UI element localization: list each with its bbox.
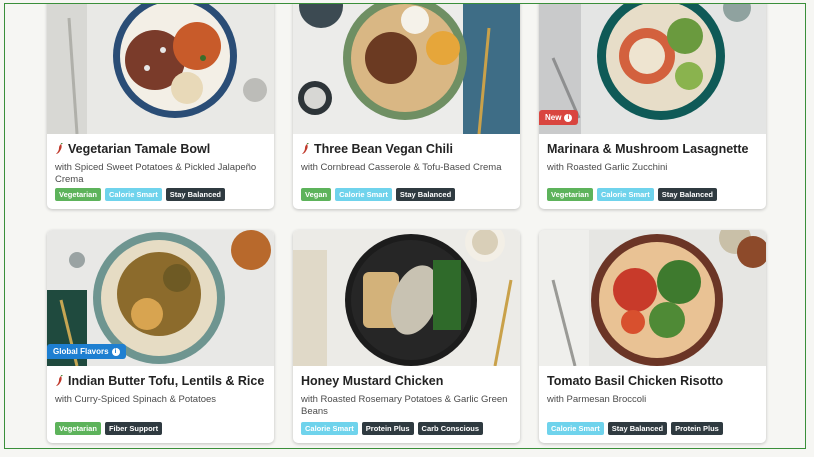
tag-stay-balanced: Stay Balanced <box>395 188 456 201</box>
tag-protein-plus: Protein Plus <box>671 422 723 435</box>
chili-pepper-icon <box>56 375 63 386</box>
recipe-subtitle: with Roasted Garlic Zucchini <box>547 162 668 173</box>
recipe-tags: Vegetarian Calorie Smart Stay Balanced <box>55 188 225 201</box>
tag-vegetarian: Vegetarian <box>55 422 101 435</box>
info-icon[interactable]: i <box>564 113 573 122</box>
recipe-image[interactable] <box>293 4 520 134</box>
recipe-title[interactable]: Tomato Basil Chicken Risotto <box>547 374 723 388</box>
recipe-tags: Vegetarian Fiber Support <box>55 422 163 435</box>
tag-calorie-smart: Calorie Smart <box>301 422 358 435</box>
tag-vegetarian: Vegetarian <box>547 188 593 201</box>
tag-stay-balanced: Stay Balanced <box>165 188 225 201</box>
recipe-subtitle: with Spiced Sweet Potatoes & Pickled Jal… <box>55 162 257 185</box>
chili-pepper-icon <box>56 143 63 154</box>
tag-calorie-smart: Calorie Smart <box>547 422 604 435</box>
recipe-grid: Vegetarian Tamale Bowl with Spiced Sweet… <box>4 3 806 449</box>
new-badge: New i <box>539 110 579 125</box>
recipe-subtitle: with Curry-Spiced Spinach & Potatoes <box>55 394 217 405</box>
badge-label: New <box>545 113 562 122</box>
recipe-title[interactable]: Indian Butter Tofu, Lentils & Rice <box>68 374 264 388</box>
recipe-image[interactable] <box>293 230 520 366</box>
recipe-title[interactable]: Vegetarian Tamale Bowl <box>68 142 210 156</box>
recipe-card-indian-butter-tofu[interactable]: Global Flavors i Indian Butter Tofu, Len… <box>47 230 274 443</box>
recipe-card-marinara-mushroom-lasagnette[interactable]: New i Marinara & Mushroom Lasagnette wit… <box>539 4 766 209</box>
recipe-card-three-bean-vegan-chili[interactable]: Three Bean Vegan Chili with Cornbread Ca… <box>293 4 520 209</box>
tag-vegan: Vegan <box>301 188 332 201</box>
tag-protein-plus: Protein Plus <box>361 422 414 435</box>
recipe-image[interactable] <box>539 230 766 366</box>
recipe-subtitle: with Parmesan Broccoli <box>547 394 647 405</box>
recipe-subtitle: with Roasted Rosemary Potatoes & Garlic … <box>301 394 508 417</box>
recipe-title[interactable]: Three Bean Vegan Chili <box>314 142 453 156</box>
recipe-card-tomato-basil-chicken-risotto[interactable]: Tomato Basil Chicken Risotto with Parmes… <box>539 230 766 443</box>
tag-calorie-smart: Calorie Smart <box>335 188 392 201</box>
badge-label: Global Flavors <box>53 347 109 356</box>
recipe-title[interactable]: Honey Mustard Chicken <box>301 374 443 388</box>
tag-stay-balanced: Stay Balanced <box>657 188 717 201</box>
tag-calorie-smart: Calorie Smart <box>104 188 162 201</box>
tag-carb-conscious: Carb Conscious <box>417 422 484 435</box>
chili-pepper-icon <box>302 143 309 154</box>
recipe-image[interactable] <box>47 4 274 134</box>
recipe-tags: Vegetarian Calorie Smart Stay Balanced <box>547 188 717 201</box>
recipe-card-vegetarian-tamale-bowl[interactable]: Vegetarian Tamale Bowl with Spiced Sweet… <box>47 4 274 209</box>
tag-calorie-smart: Calorie Smart <box>596 188 654 201</box>
recipe-title[interactable]: Marinara & Mushroom Lasagnette <box>547 142 748 156</box>
tag-vegetarian: Vegetarian <box>55 188 101 201</box>
recipe-tags: Calorie Smart Stay Balanced Protein Plus <box>547 422 723 435</box>
recipe-subtitle: with Cornbread Casserole & Tofu-Based Cr… <box>301 162 502 173</box>
recipe-tags: Calorie Smart Protein Plus Carb Consciou… <box>301 422 484 435</box>
info-icon[interactable]: i <box>111 347 120 356</box>
tag-stay-balanced: Stay Balanced <box>607 422 668 435</box>
global-flavors-badge: Global Flavors i <box>47 344 126 359</box>
recipe-card-honey-mustard-chicken[interactable]: Honey Mustard Chicken with Roasted Rosem… <box>293 230 520 443</box>
tag-fiber-support: Fiber Support <box>104 422 163 435</box>
recipe-tags: Vegan Calorie Smart Stay Balanced <box>301 188 456 201</box>
